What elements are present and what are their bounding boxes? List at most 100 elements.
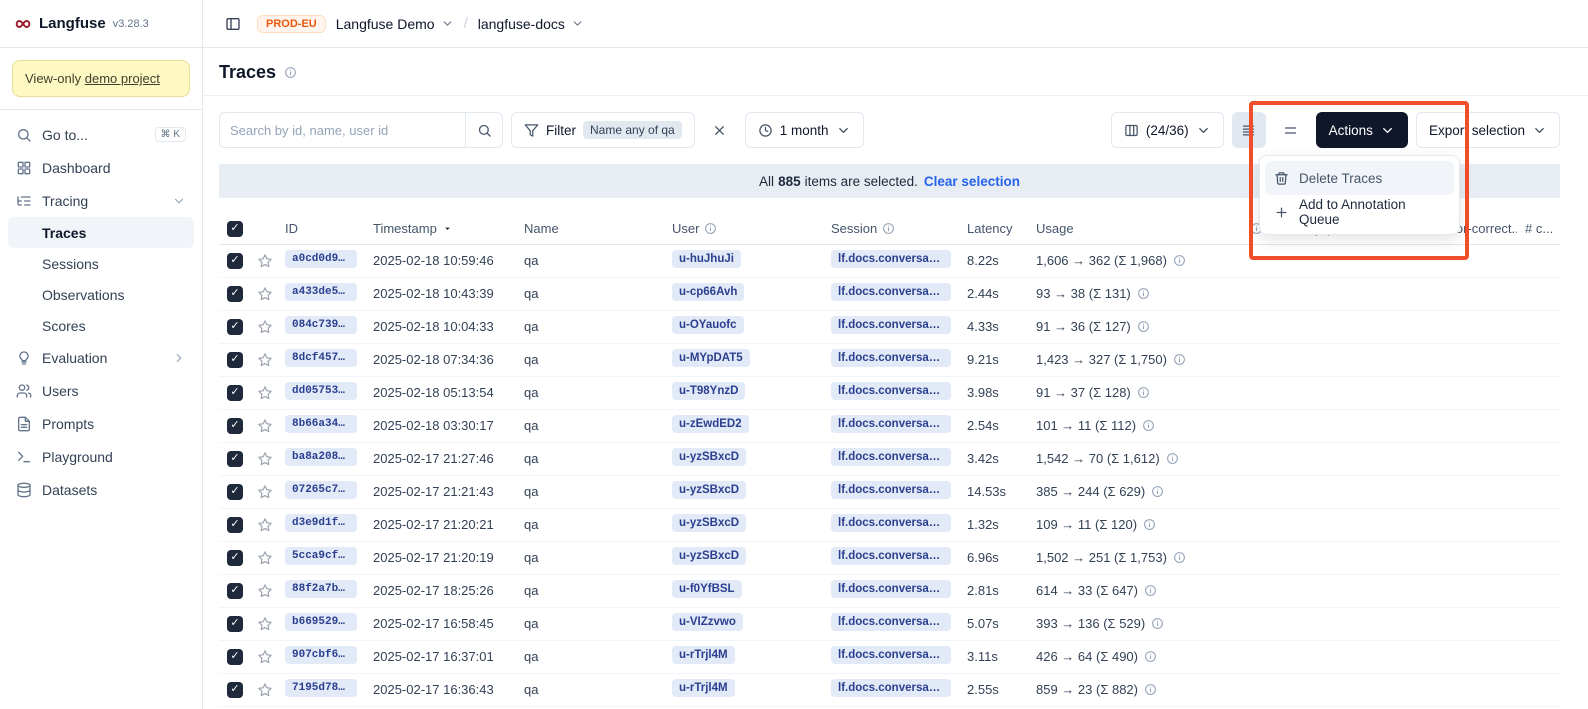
trace-id-badge[interactable]: 7195d78e... [285,679,357,697]
info-icon[interactable] [1137,320,1150,333]
star-icon[interactable] [257,418,273,434]
row-checkbox[interactable] [227,253,243,269]
sidebar-item-scores[interactable]: Scores [8,310,194,341]
org-switcher[interactable]: Langfuse Demo [336,16,454,32]
trace-id-badge[interactable]: 084c739... [285,316,357,334]
user-badge[interactable]: u-yzSBxcD [672,481,746,499]
session-badge[interactable]: lf.docs.conversation... [831,349,951,367]
sidebar-item-prompts[interactable]: Prompts [8,407,194,440]
clear-filter-button[interactable] [703,112,737,148]
row-checkbox[interactable] [227,517,243,533]
time-range-button[interactable]: 1 month [745,112,864,148]
user-badge[interactable]: u-zEwdED2 [672,415,749,433]
star-icon[interactable] [257,385,273,401]
row-height-large-button[interactable] [1274,112,1308,148]
row-checkbox[interactable] [227,484,243,500]
session-badge[interactable]: lf.docs.conversation... [831,448,951,466]
trace-id-badge[interactable]: a0cd0d9... [285,250,357,268]
info-icon[interactable] [1151,617,1164,630]
trace-id-badge[interactable]: 88f2a7b0... [285,580,357,598]
star-icon[interactable] [257,286,273,302]
info-icon[interactable] [1144,584,1157,597]
session-badge[interactable]: lf.docs.conversation... [831,481,951,499]
row-checkbox[interactable] [227,451,243,467]
trace-id-badge[interactable]: 5cca9cf2... [285,547,357,565]
session-badge[interactable]: lf.docs.conversation... [831,250,951,268]
table-row[interactable]: 88f2a7b0... 2025-02-17 18:25:26 qa u-f0Y… [219,574,1560,607]
goto-button[interactable]: Go to... ⌘ K [8,118,194,151]
row-checkbox[interactable] [227,682,243,698]
row-checkbox[interactable] [227,385,243,401]
session-badge[interactable]: lf.docs.conversation... [831,646,951,664]
col-timestamp[interactable]: Timestamp [365,214,516,244]
table-row[interactable]: 8dcf4574... 2025-02-18 07:34:36 qa u-MYp… [219,343,1560,376]
sidebar-item-datasets[interactable]: Datasets [8,473,194,506]
trace-id-badge[interactable]: 8dcf4574... [285,349,357,367]
table-row[interactable]: ba8a208f... 2025-02-17 21:27:46 qa u-yzS… [219,442,1560,475]
session-badge[interactable]: lf.docs.conversation... [831,514,951,532]
menu-item-delete-traces[interactable]: Delete Traces [1265,161,1454,195]
user-badge[interactable]: u-rTrjl4M [672,646,735,664]
row-checkbox[interactable] [227,649,243,665]
actions-button[interactable]: Actions [1316,112,1408,148]
search-button[interactable] [465,112,503,148]
row-checkbox[interactable] [227,616,243,632]
col-score-other[interactable]: # c... [1517,214,1560,244]
sidebar-item-evaluation[interactable]: Evaluation [8,341,194,374]
info-icon[interactable] [1142,419,1155,432]
user-badge[interactable]: u-yzSBxcD [672,547,746,565]
columns-button[interactable]: (24/36) [1111,112,1224,148]
col-usage[interactable]: Usage [1028,214,1242,244]
trace-id-badge[interactable]: d3e9d1f2... [285,514,357,532]
sidebar-item-playground[interactable]: Playground [8,440,194,473]
row-checkbox[interactable] [227,583,243,599]
session-badge[interactable]: lf.docs.conversation... [831,613,951,631]
row-checkbox[interactable] [227,319,243,335]
star-icon[interactable] [257,616,273,632]
session-badge[interactable]: lf.docs.conversation... [831,415,951,433]
row-checkbox[interactable] [227,418,243,434]
session-badge[interactable]: lf.docs.conversation... [831,547,951,565]
table-row[interactable]: dd05753... 2025-02-18 05:13:54 qa u-T98Y… [219,376,1560,409]
trace-id-badge[interactable]: a433de51... [285,283,357,301]
star-icon[interactable] [257,583,273,599]
col-name[interactable]: Name [516,214,664,244]
trace-id-badge[interactable]: 907cbf6e... [285,646,357,664]
session-badge[interactable]: lf.docs.conversation... [831,283,951,301]
user-badge[interactable]: u-OYauofc [672,316,744,334]
star-icon[interactable] [257,319,273,335]
project-switcher[interactable]: langfuse-docs [478,16,584,32]
row-checkbox[interactable] [227,286,243,302]
user-badge[interactable]: u-cp66Avh [672,283,744,301]
session-badge[interactable]: lf.docs.conversation... [831,580,951,598]
select-all-checkbox[interactable] [227,221,243,237]
trace-id-badge[interactable]: 8b66a34... [285,415,357,433]
star-icon[interactable] [257,352,273,368]
user-badge[interactable]: u-huJhuJi [672,250,741,268]
info-icon[interactable] [1173,551,1186,564]
user-badge[interactable]: u-T98YnzD [672,382,745,400]
info-icon[interactable] [284,66,297,79]
sidebar-item-tracing[interactable]: Tracing [8,184,194,217]
star-icon[interactable] [257,649,273,665]
table-row[interactable]: 5cca9cf2... 2025-02-17 21:20:19 qa u-yzS… [219,541,1560,574]
trace-id-badge[interactable]: 07265c7a... [285,481,357,499]
info-icon[interactable] [1143,518,1156,531]
star-icon[interactable] [257,517,273,533]
user-badge[interactable]: u-yzSBxcD [672,448,746,466]
sidebar-item-traces[interactable]: Traces [8,217,194,248]
filter-button[interactable]: Filter Name any of qa [511,112,695,148]
table-row[interactable]: a433de51... 2025-02-18 10:43:39 qa u-cp6… [219,277,1560,310]
info-icon[interactable] [1144,650,1157,663]
sidebar-toggle-button[interactable] [219,10,247,38]
trace-id-badge[interactable]: b669529... [285,613,357,631]
trace-id-badge[interactable]: ba8a208f... [285,448,357,466]
star-icon[interactable] [257,451,273,467]
sidebar-item-dashboard[interactable]: Dashboard [8,151,194,184]
user-badge[interactable]: u-MYpDAT5 [672,349,750,367]
row-height-small-button[interactable] [1232,112,1266,148]
user-badge[interactable]: u-VIZzvwo [672,613,743,631]
col-latency[interactable]: Latency [959,214,1028,244]
demo-project-link[interactable]: demo project [85,71,160,86]
col-id[interactable]: ID [277,214,365,244]
